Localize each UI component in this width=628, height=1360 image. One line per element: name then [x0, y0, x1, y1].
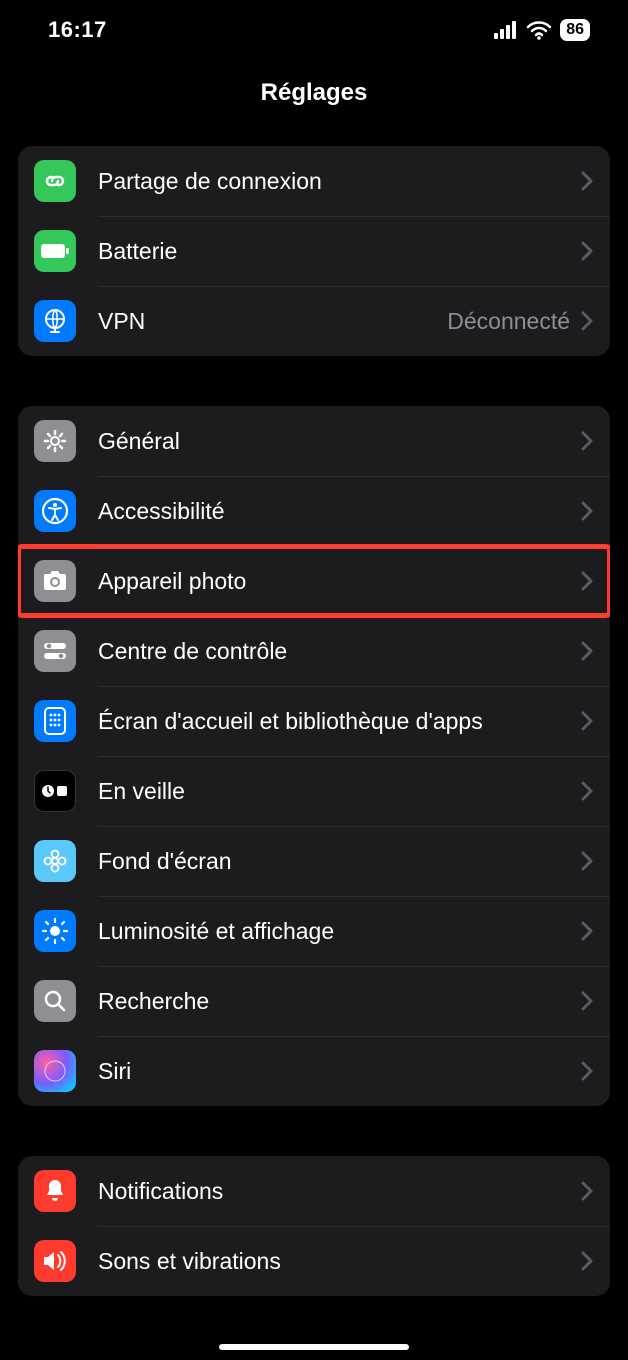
row-label: Recherche: [98, 987, 580, 1016]
clock-widget-icon: [34, 770, 76, 812]
cellular-icon: [494, 21, 518, 39]
settings-group-notifications: Notifications Sons et vibrations: [18, 1156, 610, 1296]
row-vpn[interactable]: VPN Déconnecté: [18, 286, 610, 356]
row-display-brightness[interactable]: Luminosité et affichage: [18, 896, 610, 966]
settings-group-connectivity: Partage de connexion Batterie VPN Déconn…: [18, 146, 610, 356]
row-label: En veille: [98, 777, 580, 806]
row-wallpaper[interactable]: Fond d'écran: [18, 826, 610, 896]
siri-icon: [34, 1050, 76, 1092]
row-value: Déconnecté: [447, 308, 570, 335]
battery-fill-icon: [34, 230, 76, 272]
row-label: VPN: [98, 307, 447, 336]
speaker-icon: [34, 1240, 76, 1282]
chevron-right-icon: [580, 989, 594, 1013]
row-sounds[interactable]: Sons et vibrations: [18, 1226, 610, 1296]
chevron-right-icon: [580, 1059, 594, 1083]
row-label: Appareil photo: [98, 567, 580, 596]
row-camera[interactable]: Appareil photo: [18, 546, 610, 616]
row-siri[interactable]: Siri: [18, 1036, 610, 1106]
row-accessibility[interactable]: Accessibilité: [18, 476, 610, 546]
accessibility-icon: [34, 490, 76, 532]
link-icon: [34, 160, 76, 202]
chevron-right-icon: [580, 169, 594, 193]
chevron-right-icon: [580, 239, 594, 263]
page-title: Réglages: [261, 79, 368, 107]
status-indicators: 86: [494, 19, 590, 41]
row-home-screen[interactable]: Écran d'accueil et bibliothèque d'apps: [18, 686, 610, 756]
chevron-right-icon: [580, 1179, 594, 1203]
page-header: Réglages: [0, 60, 628, 126]
chevron-right-icon: [580, 429, 594, 453]
toggles-icon: [34, 630, 76, 672]
row-personal-hotspot[interactable]: Partage de connexion: [18, 146, 610, 216]
gear-icon: [34, 420, 76, 462]
row-label: Fond d'écran: [98, 847, 580, 876]
row-general[interactable]: Général: [18, 406, 610, 476]
chevron-right-icon: [580, 919, 594, 943]
home-indicator[interactable]: [219, 1344, 409, 1350]
row-battery[interactable]: Batterie: [18, 216, 610, 286]
row-label: Luminosité et affichage: [98, 917, 580, 946]
chevron-right-icon: [580, 779, 594, 803]
globe-icon: [34, 300, 76, 342]
chevron-right-icon: [580, 309, 594, 333]
row-label: Écran d'accueil et bibliothèque d'apps: [98, 707, 580, 736]
row-label: Centre de contrôle: [98, 637, 580, 666]
chevron-right-icon: [580, 1249, 594, 1273]
row-label: Sons et vibrations: [98, 1247, 580, 1276]
row-control-center[interactable]: Centre de contrôle: [18, 616, 610, 686]
chevron-right-icon: [580, 499, 594, 523]
wifi-icon: [526, 20, 552, 40]
row-label: Notifications: [98, 1177, 580, 1206]
row-label: Général: [98, 427, 580, 456]
row-notifications[interactable]: Notifications: [18, 1156, 610, 1226]
settings-group-general: Général Accessibilité Appareil photo: [18, 406, 610, 1106]
chevron-right-icon: [580, 639, 594, 663]
app-grid-icon: [34, 700, 76, 742]
row-label: Batterie: [98, 237, 580, 266]
bell-icon: [34, 1170, 76, 1212]
flower-icon: [34, 840, 76, 882]
battery-icon: 86: [560, 19, 590, 41]
row-standby[interactable]: En veille: [18, 756, 610, 826]
chevron-right-icon: [580, 569, 594, 593]
magnifier-icon: [34, 980, 76, 1022]
row-search[interactable]: Recherche: [18, 966, 610, 1036]
chevron-right-icon: [580, 709, 594, 733]
status-time: 16:17: [48, 17, 107, 43]
camera-icon: [34, 560, 76, 602]
settings-content: Partage de connexion Batterie VPN Déconn…: [0, 146, 628, 1336]
row-label: Partage de connexion: [98, 167, 580, 196]
row-label: Accessibilité: [98, 497, 580, 526]
sun-icon: [34, 910, 76, 952]
row-label: Siri: [98, 1057, 580, 1086]
chevron-right-icon: [580, 849, 594, 873]
status-bar: 16:17 86: [0, 0, 628, 60]
